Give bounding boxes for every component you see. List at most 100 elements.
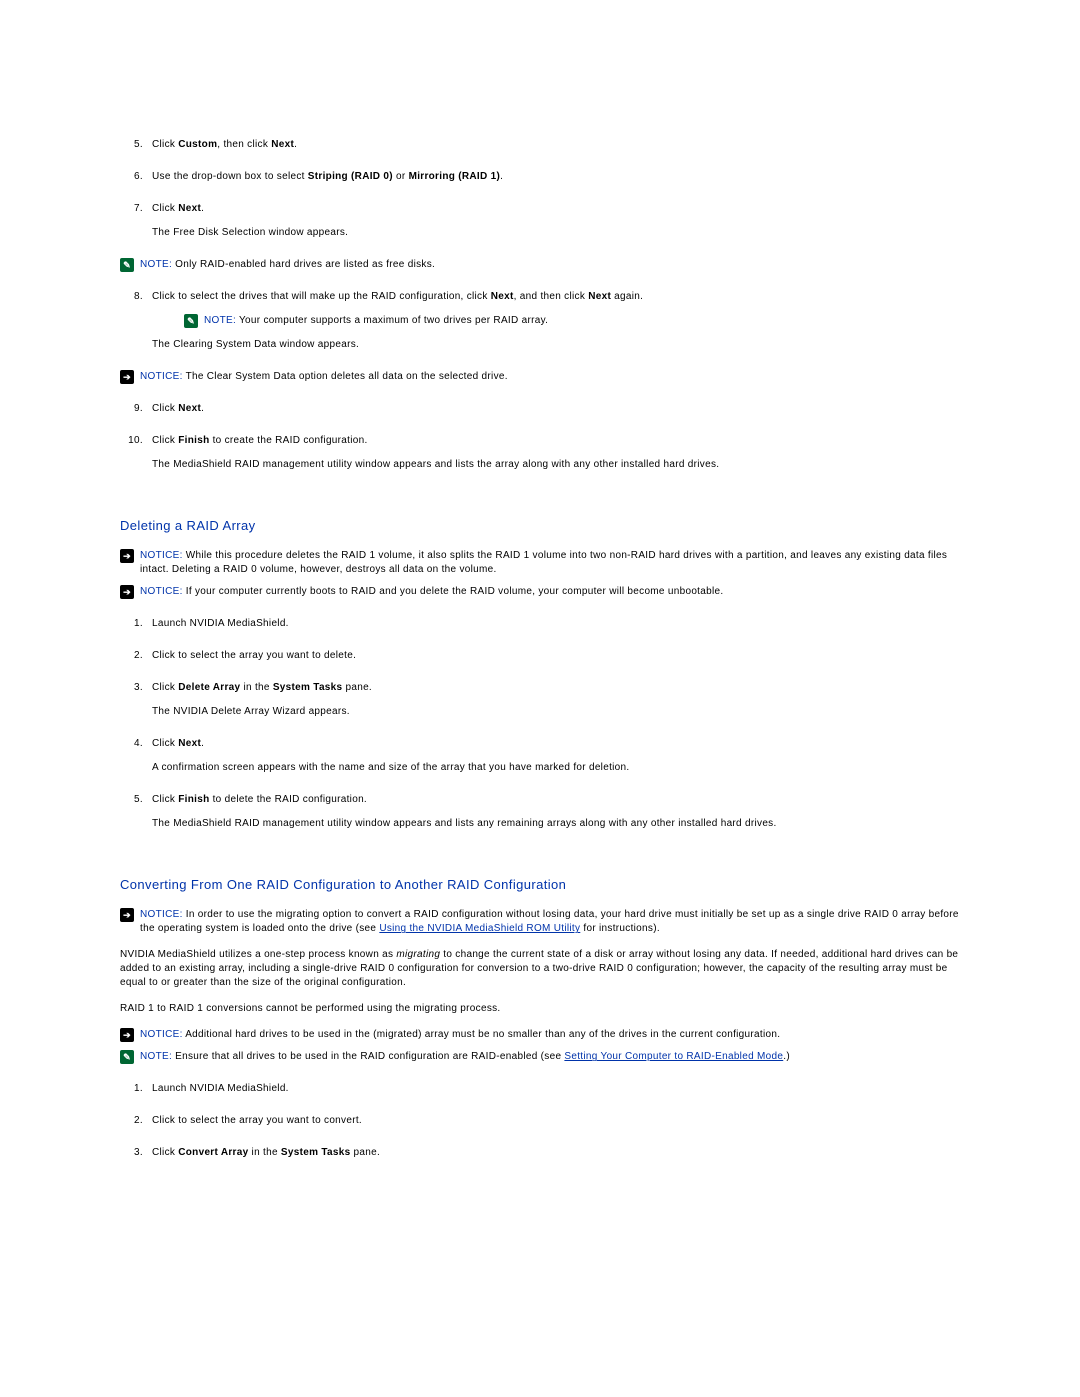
text: Click: [152, 682, 178, 693]
notice-deleting-1: NOTICE: While this procedure deletes the…: [120, 549, 960, 577]
notice-deleting-2: NOTICE: If your computer currently boots…: [120, 585, 960, 599]
bold-mirroring: Mirroring (RAID 1): [409, 171, 501, 182]
steps-configure-raid-end: Click Next. Click Finish to create the R…: [120, 402, 960, 472]
text: in the: [240, 682, 272, 693]
bold-next: Next: [491, 291, 514, 302]
arrow-icon: [120, 1028, 134, 1042]
text: , then click: [217, 139, 271, 150]
heading-deleting: Deleting a RAID Array: [120, 517, 960, 535]
text: or: [393, 171, 409, 182]
para-migrating: NVIDIA MediaShield utilizes a one-step p…: [120, 948, 960, 990]
steps-deleting: Launch NVIDIA MediaShield. Click to sele…: [120, 617, 960, 831]
text: in the: [248, 1147, 280, 1158]
heading-converting: Converting From One RAID Configuration t…: [120, 876, 960, 894]
bold-system-tasks: System Tasks: [273, 682, 343, 693]
notice-text: NOTICE: If your computer currently boots…: [140, 585, 960, 599]
text: If your computer currently boots to RAID…: [183, 586, 724, 597]
text: Use the drop-down box to select: [152, 171, 308, 182]
arrow-icon: [120, 370, 134, 384]
step-10: Click Finish to create the RAID configur…: [146, 434, 960, 472]
text: The Clear System Data option deletes all…: [183, 371, 508, 382]
notice-label: NOTICE:: [140, 371, 183, 382]
pencil-icon: [120, 258, 134, 272]
convert-step-3: Click Convert Array in the System Tasks …: [146, 1146, 960, 1160]
text: .: [294, 139, 297, 150]
step-7: Click Next. The Free Disk Selection wind…: [146, 202, 960, 240]
step-subtext: A confirmation screen appears with the n…: [152, 761, 960, 775]
notice-clear-data: NOTICE: The Clear System Data option del…: [120, 370, 960, 384]
note-text: NOTE: Only RAID-enabled hard drives are …: [140, 258, 960, 272]
note-max-drives: NOTE: Your computer supports a maximum o…: [184, 314, 960, 328]
text: .: [201, 203, 204, 214]
text: to create the RAID configuration.: [210, 435, 368, 446]
note-label: NOTE:: [140, 259, 172, 270]
delete-step-5: Click Finish to delete the RAID configur…: [146, 793, 960, 831]
notice-label: NOTICE:: [140, 550, 183, 561]
text: to delete the RAID configuration.: [210, 794, 368, 805]
step-6: Use the drop-down box to select Striping…: [146, 170, 960, 184]
delete-step-4: Click Next. A confirmation screen appear…: [146, 737, 960, 775]
delete-step-1: Launch NVIDIA MediaShield.: [146, 617, 960, 631]
text: .: [201, 403, 204, 414]
steps-converting: Launch NVIDIA MediaShield. Click to sele…: [120, 1082, 960, 1160]
delete-step-2: Click to select the array you want to de…: [146, 649, 960, 663]
text: Click to select the drives that will mak…: [152, 291, 491, 302]
bold-next: Next: [178, 738, 201, 749]
bold-delete-array: Delete Array: [178, 682, 240, 693]
note-text: NOTE: Ensure that all drives to be used …: [140, 1050, 960, 1064]
pencil-icon: [120, 1050, 134, 1064]
bold-next: Next: [588, 291, 611, 302]
text: for instructions).: [580, 923, 660, 934]
text: .: [201, 738, 204, 749]
step-8: Click to select the drives that will mak…: [146, 290, 960, 352]
notice-text: NOTICE: While this procedure deletes the…: [140, 549, 960, 577]
text: Click: [152, 203, 178, 214]
step-subtext: The Clearing System Data window appears.: [152, 338, 960, 352]
text: Your computer supports a maximum of two …: [236, 315, 548, 326]
step-5: Click Custom, then click Next.: [146, 138, 960, 152]
text: Additional hard drives to be used in the…: [183, 1029, 781, 1040]
bold-finish: Finish: [178, 435, 209, 446]
link-rom-utility[interactable]: Using the NVIDIA MediaShield ROM Utility: [379, 923, 580, 934]
text: Ensure that all drives to be used in the…: [172, 1051, 564, 1062]
arrow-icon: [120, 549, 134, 563]
notice-text: NOTICE: The Clear System Data option del…: [140, 370, 960, 384]
text: pane.: [350, 1147, 380, 1158]
note-free-disks: NOTE: Only RAID-enabled hard drives are …: [120, 258, 960, 272]
bold-next: Next: [178, 203, 201, 214]
convert-step-1: Launch NVIDIA MediaShield.: [146, 1082, 960, 1096]
notice-converting-2: NOTICE: Additional hard drives to be use…: [120, 1028, 960, 1042]
text: pane.: [342, 682, 372, 693]
bold-next: Next: [271, 139, 294, 150]
notice-label: NOTICE:: [140, 1029, 183, 1040]
step-9: Click Next.: [146, 402, 960, 416]
notice-text: NOTICE: In order to use the migrating op…: [140, 908, 960, 936]
step-subtext: The MediaShield RAID management utility …: [152, 817, 960, 831]
arrow-icon: [120, 908, 134, 922]
bold-custom: Custom: [178, 139, 217, 150]
note-label: NOTE:: [140, 1051, 172, 1062]
note-label: NOTE:: [204, 315, 236, 326]
notice-text: NOTICE: Additional hard drives to be use…: [140, 1028, 960, 1042]
text: .): [783, 1051, 790, 1062]
link-raid-enabled-mode[interactable]: Setting Your Computer to RAID-Enabled Mo…: [564, 1051, 783, 1062]
convert-step-2: Click to select the array you want to co…: [146, 1114, 960, 1128]
text: NVIDIA MediaShield utilizes a one-step p…: [120, 949, 396, 960]
steps-configure-raid-cont: Click to select the drives that will mak…: [120, 290, 960, 352]
bold-striping: Striping (RAID 0): [308, 171, 393, 182]
text: Click: [152, 435, 178, 446]
bold-system-tasks: System Tasks: [281, 1147, 351, 1158]
text: Click: [152, 403, 178, 414]
em-migrating: migrating: [396, 949, 440, 960]
notice-converting-1: NOTICE: In order to use the migrating op…: [120, 908, 960, 936]
step-subtext: The MediaShield RAID management utility …: [152, 458, 960, 472]
text: While this procedure deletes the RAID 1 …: [140, 550, 947, 575]
note-text: NOTE: Your computer supports a maximum o…: [204, 314, 960, 328]
delete-step-3: Click Delete Array in the System Tasks p…: [146, 681, 960, 719]
text: Click: [152, 738, 178, 749]
step-subtext: The Free Disk Selection window appears.: [152, 226, 960, 240]
para-raid1-limit: RAID 1 to RAID 1 conversions cannot be p…: [120, 1002, 960, 1016]
notice-label: NOTICE:: [140, 586, 183, 597]
text: again.: [611, 291, 643, 302]
bold-next: Next: [178, 403, 201, 414]
